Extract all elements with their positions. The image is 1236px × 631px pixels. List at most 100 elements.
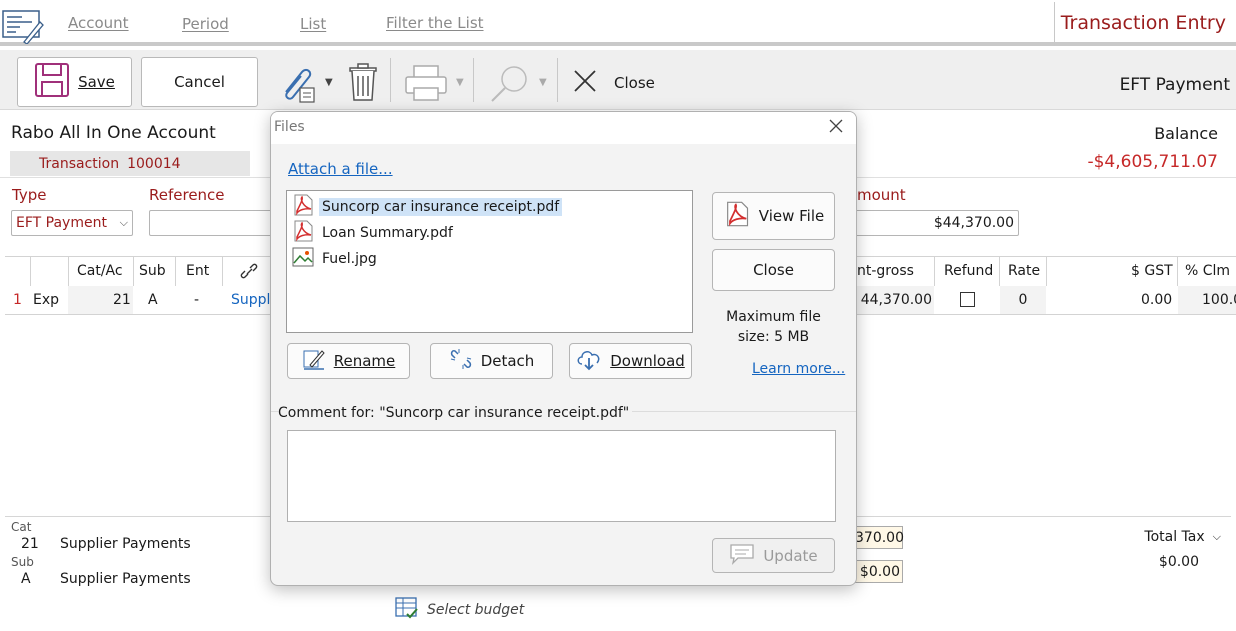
row-index: 1 xyxy=(13,292,22,308)
update-button[interactable]: Update xyxy=(712,538,835,573)
file-name: Loan Summary.pdf xyxy=(322,225,453,241)
col-header-sub: Sub xyxy=(139,263,166,279)
menu-period[interactable]: Period xyxy=(182,15,229,33)
refund-checkbox[interactable] xyxy=(960,292,975,307)
dialog-close-label: Close xyxy=(753,261,794,279)
view-file-button[interactable]: View File xyxy=(712,192,835,240)
row-gst: 0.00 xyxy=(1141,292,1173,308)
dialog-titlebar: Files xyxy=(271,112,856,144)
list-item[interactable]: Loan Summary.pdf xyxy=(291,219,456,247)
mode-label: EFT Payment xyxy=(1119,75,1230,95)
row-clm[interactable]: 100.00 xyxy=(1178,286,1236,314)
print-dropdown-icon[interactable]: ▼ xyxy=(456,77,464,88)
toolbar: Save Cancel ▼ ▼ ▼ Close EFT Payment xyxy=(0,50,1236,110)
list-item[interactable]: Fuel.jpg xyxy=(291,247,380,271)
close-label: Close xyxy=(614,74,655,92)
pdf-icon xyxy=(291,219,315,247)
detach-label: Detach xyxy=(480,352,535,370)
row-rate[interactable]: 0 xyxy=(1000,286,1046,314)
save-button[interactable]: Save xyxy=(17,57,132,107)
detach-button[interactable]: Detach xyxy=(430,343,553,379)
close-icon xyxy=(572,68,598,98)
attach-file-link[interactable]: Attach a file... xyxy=(288,160,393,178)
toolbar-separator xyxy=(390,58,391,102)
rename-label: Rename xyxy=(333,352,396,370)
broken-link-icon xyxy=(449,347,473,375)
col-header-clm: % Clm xyxy=(1185,263,1231,279)
row-cat: 21 xyxy=(113,292,131,308)
menu-filter-list[interactable]: Filter the List xyxy=(386,14,484,32)
printer-icon xyxy=(404,65,448,108)
dialog-title: Files xyxy=(274,119,305,135)
select-budget-button[interactable]: Select budget xyxy=(395,596,524,624)
menu-list[interactable]: List xyxy=(300,15,326,33)
grid-col-line xyxy=(222,257,223,286)
search-button[interactable] xyxy=(488,62,532,106)
chevron-down-icon: ⌵ xyxy=(119,216,128,229)
file-list[interactable]: Suncorp car insurance receipt.pdf Loan S… xyxy=(286,190,693,333)
row-kind: Exp xyxy=(33,292,60,308)
dialog-close-button[interactable]: Close xyxy=(712,249,835,291)
grid-col-line xyxy=(133,257,134,286)
list-item[interactable]: Suncorp car insurance receipt.pdf xyxy=(291,193,563,221)
amount-input[interactable]: $44,370.00 xyxy=(855,210,1019,236)
total-tax-label: Total Tax xyxy=(1144,529,1205,545)
attach-button[interactable] xyxy=(276,62,320,106)
reference-label: Reference xyxy=(149,186,225,204)
floppy-disk-icon xyxy=(34,62,70,102)
learn-more-link[interactable]: Learn more... xyxy=(752,361,845,377)
col-header-ent: Ent xyxy=(186,263,210,279)
row-sub: A xyxy=(148,292,158,308)
magnifier-icon xyxy=(488,66,532,110)
transaction-badge: Transaction 100014 xyxy=(10,151,250,176)
grid-col-line xyxy=(934,257,935,286)
cancel-label: Cancel xyxy=(174,73,225,91)
search-dropdown-icon[interactable]: ▼ xyxy=(539,77,547,88)
sub-label: Sub xyxy=(11,555,34,569)
rename-button[interactable]: Rename xyxy=(287,343,410,379)
select-budget-label: Select budget xyxy=(427,602,525,618)
cat-value: 21 xyxy=(21,536,39,552)
app-logo-icon xyxy=(2,8,44,45)
sub-name: Supplier Payments xyxy=(60,571,191,587)
print-button[interactable] xyxy=(404,64,448,104)
chevron-down-icon: ⌵ xyxy=(1212,530,1221,543)
file-name: Suncorp car insurance receipt.pdf xyxy=(319,198,563,216)
cloud-download-icon xyxy=(576,347,602,375)
total-tax-dropdown[interactable]: Total Tax ⌵ xyxy=(1144,529,1221,545)
grid-col-line xyxy=(1046,257,1047,286)
type-select[interactable]: EFT Payment ⌵ xyxy=(11,210,133,236)
budget-table-icon xyxy=(395,596,419,624)
row-link[interactable]: Suppl xyxy=(231,292,270,308)
col-header-gross: nt-gross xyxy=(857,263,914,279)
reference-input[interactable] xyxy=(149,210,274,236)
attach-dropdown-icon[interactable]: ▼ xyxy=(325,77,333,88)
cancel-button[interactable]: Cancel xyxy=(141,57,258,107)
menu-account[interactable]: Account xyxy=(68,14,129,32)
sub-value: A xyxy=(21,571,31,587)
transaction-label: Transaction xyxy=(39,155,120,172)
update-label: Update xyxy=(763,546,818,565)
image-icon xyxy=(291,245,315,273)
delete-button[interactable] xyxy=(346,62,380,104)
close-button[interactable]: Close xyxy=(572,68,655,98)
comment-textarea[interactable] xyxy=(287,430,836,522)
amount-label: mount xyxy=(857,186,906,204)
grid-col-line xyxy=(68,257,69,286)
row-ent: - xyxy=(194,292,200,308)
row-gross[interactable]: 44,370.00 xyxy=(856,286,934,314)
account-name: Rabo All In One Account xyxy=(11,123,216,143)
file-name: Fuel.jpg xyxy=(322,251,377,267)
download-button[interactable]: Download xyxy=(569,343,692,379)
dialog-close-icon[interactable] xyxy=(827,117,845,139)
view-file-label: View File xyxy=(758,207,825,225)
save-label: Save xyxy=(78,73,115,91)
col-header-gst: $ GST xyxy=(1131,263,1173,279)
balance-label: Balance xyxy=(1154,124,1218,143)
pdf-icon xyxy=(723,200,751,232)
toolbar-separator xyxy=(557,58,558,102)
rename-icon xyxy=(302,347,326,375)
pdf-icon xyxy=(291,193,315,221)
amount-total-1: 370.00 xyxy=(854,526,904,549)
cat-label: Cat xyxy=(11,520,32,534)
